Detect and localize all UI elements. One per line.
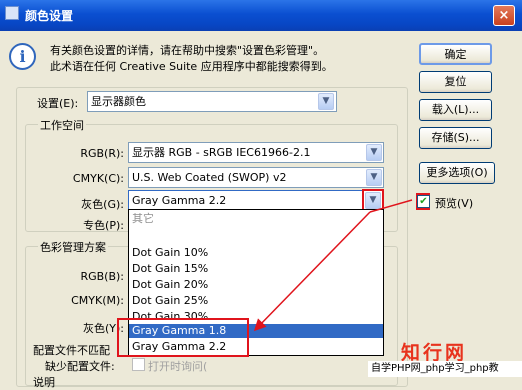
load-button[interactable]: 载入(L)... (419, 99, 492, 121)
description-label: 说明 (33, 376, 55, 389)
missing-profiles-label: 缺少配置文件: (45, 360, 115, 373)
chevron-down-icon[interactable]: ▼ (366, 144, 382, 161)
options-annotation-box (117, 318, 249, 357)
rgb-label: RGB(R): (80, 147, 124, 160)
chevron-down-icon[interactable]: ▼ (365, 192, 381, 209)
info-line-1: 有关颜色设置的详情，请在帮助中搜索"设置色彩管理"。 (50, 44, 325, 57)
window-title: 颜色设置 (25, 9, 74, 23)
title-bar (0, 0, 522, 31)
option-dot-gain-20[interactable]: Dot Gain 20% (129, 278, 383, 292)
working-space-title: 工作空间 (38, 117, 86, 133)
gray-label: 灰色(G): (81, 198, 124, 211)
settings-select[interactable]: 显示器颜色 (87, 91, 337, 112)
chevron-down-icon[interactable]: ▼ (318, 93, 334, 110)
save-button[interactable]: 存储(S)... (419, 127, 492, 149)
cm-rgb-label: RGB(B): (80, 270, 124, 283)
gray-select[interactable]: Gray Gamma 2.2 (128, 190, 384, 211)
close-button[interactable]: × (493, 5, 515, 26)
more-options-button[interactable]: 更多选项(O) (419, 162, 495, 184)
watermark-sub: 自学PHP网_php学习_php教 (368, 361, 522, 377)
rgb-select[interactable]: 显示器 RGB - sRGB IEC61966-2.1 (128, 142, 384, 163)
ask-when-opening-checkbox[interactable] (132, 358, 145, 371)
option-dot-gain-25[interactable]: Dot Gain 25% (129, 294, 383, 308)
rgb-value: 显示器 RGB - sRGB IEC61966-2.1 (132, 146, 311, 159)
ok-button[interactable]: 确定 (419, 43, 492, 65)
preview-label[interactable]: 预览(V) (435, 195, 473, 211)
info-line-2: 此术语在任何 Creative Suite 应用程序中都能搜索得到。 (50, 60, 333, 73)
preview-checkbox[interactable]: ✔ (417, 195, 430, 208)
color-management-title: 色彩管理方案 (38, 239, 108, 255)
spot-label: 专色(P): (83, 219, 124, 232)
settings-label: 设置(E): (37, 97, 79, 110)
cmyk-select[interactable]: U.S. Web Coated (SWOP) v2 (128, 167, 384, 188)
reset-button[interactable]: 复位 (419, 71, 492, 93)
cmyk-label: CMYK(C): (72, 172, 124, 185)
profile-mismatch-label: 配置文件不匹配 (33, 344, 110, 357)
info-icon: i (9, 43, 36, 70)
window-icon (5, 6, 19, 20)
gray-value: Gray Gamma 2.2 (132, 194, 227, 207)
option-dot-gain-10[interactable]: Dot Gain 10% (129, 246, 383, 260)
cmyk-value: U.S. Web Coated (SWOP) v2 (132, 171, 287, 184)
settings-value: 显示器颜色 (91, 95, 146, 108)
cm-gray-label: 灰色(Y): (82, 322, 124, 335)
option-dot-gain-15[interactable]: Dot Gain 15% (129, 262, 383, 276)
chevron-down-icon[interactable]: ▼ (366, 169, 382, 186)
ask-when-opening-label[interactable]: 打开时询问( (148, 358, 207, 374)
checkmark-icon: ✔ (419, 196, 428, 207)
cm-cmyk-label: CMYK(M): (71, 294, 124, 307)
option-other: 其它 (132, 212, 154, 225)
